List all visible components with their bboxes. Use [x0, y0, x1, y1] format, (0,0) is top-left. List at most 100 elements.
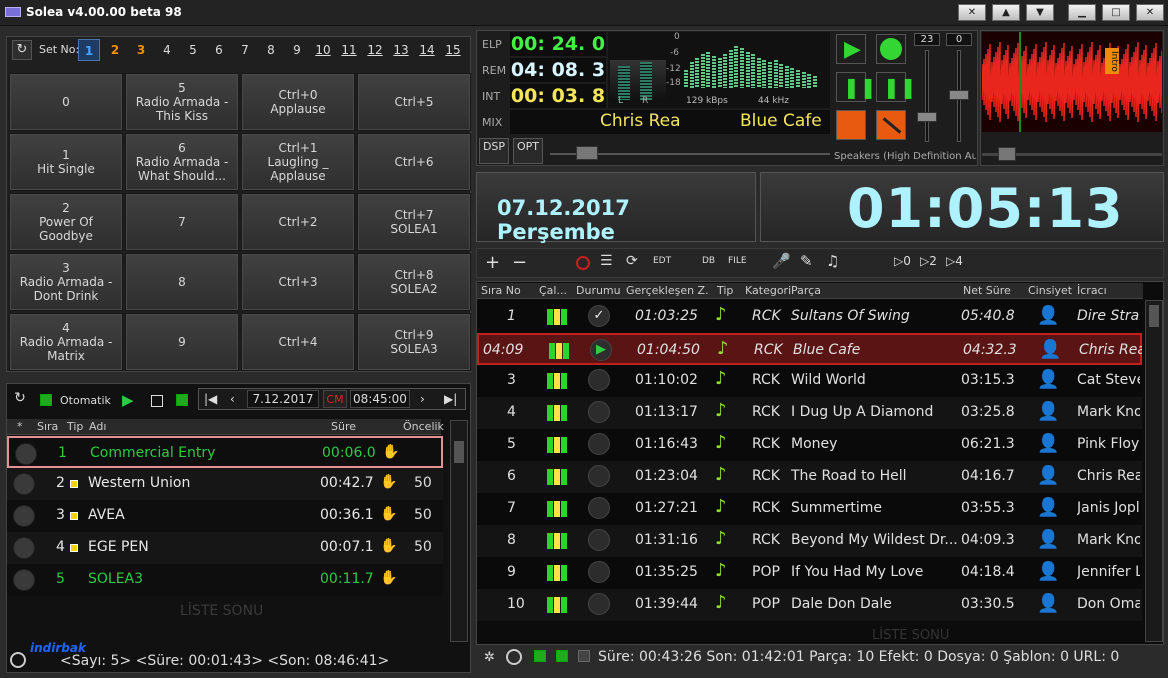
schedule-scrollbar[interactable] — [450, 420, 468, 642]
pan-slider-thumb[interactable] — [576, 146, 598, 160]
playlist-row[interactable]: 8 01:31:16 ♪ RCK Beyond My Wildest Dr... 04:0… — [477, 525, 1142, 557]
set-2-button[interactable]: 2 — [104, 39, 126, 61]
col-tip[interactable]: Tip — [717, 283, 733, 299]
pad-button[interactable]: Ctrl+8 SOLEA2 — [357, 253, 471, 311]
col-parca[interactable]: Parça — [791, 283, 821, 299]
deck-1-icon[interactable]: ▷0 — [894, 254, 911, 268]
next-page-icon[interactable]: › — [420, 392, 425, 406]
fade-stop-button[interactable] — [876, 110, 906, 140]
playlist-row[interactable]: 3 01:10:02 ♪ RCK Wild World 03:15.3 👤 Cat Steve… — [477, 365, 1142, 397]
pad-button[interactable]: Ctrl+3 — [241, 253, 355, 311]
playlist-led-3[interactable] — [578, 650, 590, 662]
set-6-button[interactable]: 6 — [208, 39, 230, 61]
close-button[interactable]: ✕ — [1136, 4, 1164, 21]
pad-button[interactable]: Ctrl+9 SOLEA3 — [357, 313, 471, 371]
schedule-play-icon[interactable]: ▶ — [122, 391, 134, 409]
schedule-row[interactable]: 4 EGE PEN 00:07.1 ✋ 50 — [7, 532, 443, 564]
playlist-row[interactable]: 5 01:16:43 ♪ RCK Money 06:21.3 👤 Pink Floyd — [477, 429, 1142, 461]
pad-button[interactable]: 9 — [125, 313, 239, 371]
opt-button[interactable]: OPT — [513, 138, 543, 164]
playlist-row[interactable]: 04:09 ▶ 01:04:50 ♪ RCK Blue Cafe 04:32.3 👤 Chris… — [477, 333, 1142, 365]
set-9-button[interactable]: 9 — [286, 39, 308, 61]
refresh-sets-icon[interactable]: ↻ — [12, 40, 32, 60]
schedule-row[interactable]: 2 Western Union 00:42.7 ✋ 50 — [7, 468, 443, 500]
playlist-row[interactable]: 7 01:27:21 ♪ RCK Summertime 03:55.3 👤 Janis Jop… — [477, 493, 1142, 525]
pad-button[interactable]: 1 Hit Single — [9, 133, 123, 191]
playlist-target-icon[interactable] — [506, 649, 522, 665]
pad-button[interactable]: Ctrl+4 — [241, 313, 355, 371]
set-13-button[interactable]: 13 — [390, 39, 412, 61]
prev-page-icon[interactable]: ‹ — [230, 392, 235, 406]
schedule-row[interactable]: 5 SOLEA3 00:11.7 ✋ — [7, 564, 443, 596]
play-button[interactable]: ▶ — [836, 34, 866, 64]
remove-item-icon[interactable]: − — [512, 252, 527, 273]
schedule-refresh-icon[interactable]: ↻ — [10, 390, 30, 410]
playlist-row[interactable]: 6 01:23:04 ♪ RCK The Road to Hell 04:16.7 👤 Chr… — [477, 461, 1142, 493]
set-15-button[interactable]: 15 — [442, 39, 464, 61]
cm-badge[interactable]: CM — [323, 390, 347, 408]
pause-next-button[interactable]: ❚❚ — [876, 72, 917, 102]
pad-button[interactable]: Ctrl+6 — [357, 133, 471, 191]
col-cal[interactable]: Çal... — [539, 283, 567, 299]
col-kategori[interactable]: Kategori — [745, 283, 791, 299]
power-icon[interactable] — [576, 256, 590, 270]
pad-button[interactable]: Ctrl+2 — [241, 193, 355, 251]
move-up-button[interactable]: ▲ — [992, 4, 1020, 21]
edit-button[interactable]: EDT — [653, 256, 671, 266]
dsp-button[interactable]: DSP — [479, 138, 509, 164]
schedule-date-field[interactable]: 7.12.2017 — [247, 390, 319, 408]
pen-icon[interactable]: ✎ — [800, 252, 813, 270]
stop-button[interactable] — [836, 110, 866, 140]
list-icon[interactable]: ☰ — [600, 253, 613, 269]
maximize-button[interactable]: □ — [1102, 4, 1130, 21]
last-page-icon[interactable]: ▶| — [444, 392, 457, 406]
schedule-row[interactable]: 1 Commercial Entry 00:06.0 ✋ — [7, 436, 443, 468]
deck-2-icon[interactable]: ▷2 — [920, 254, 937, 268]
move-down-button[interactable]: ▼ — [1026, 4, 1054, 21]
set-12-button[interactable]: 12 — [364, 39, 386, 61]
col-net-sure[interactable]: Net Süre — [963, 283, 1011, 299]
auto-led-icon[interactable] — [40, 394, 52, 406]
set-14-button[interactable]: 14 — [416, 39, 438, 61]
set-8-button[interactable]: 8 — [260, 39, 282, 61]
waveform-zoom-thumb[interactable] — [998, 147, 1016, 161]
file-button[interactable]: FILE — [728, 256, 747, 266]
add-item-icon[interactable]: + — [485, 252, 500, 273]
set-1-button[interactable]: 1 — [78, 39, 100, 61]
set-11-button[interactable]: 11 — [338, 39, 360, 61]
volume-2-thumb[interactable] — [949, 90, 969, 100]
play-next-button[interactable] — [876, 34, 906, 64]
set-7-button[interactable]: 7 — [234, 39, 256, 61]
playlist-led-1[interactable] — [534, 650, 546, 662]
first-page-icon[interactable]: |◀ — [204, 392, 217, 406]
set-4-button[interactable]: 4 — [156, 39, 178, 61]
playlist-row[interactable]: 4 01:13:17 ♪ RCK I Dug Up A Diamond 03:25.8 👤 M… — [477, 397, 1142, 429]
playlist-row[interactable]: 10 01:39:44 ♪ POP Dale Don Dale 03:30.5 👤 Don O… — [477, 589, 1142, 621]
pad-button[interactable]: 6 Radio Armada - What Should... — [125, 133, 239, 191]
refresh-list-icon[interactable]: ⟳ — [626, 253, 638, 269]
schedule-add-icon[interactable] — [10, 652, 26, 668]
playlist-scrollbar[interactable] — [1145, 300, 1163, 642]
schedule-row[interactable]: 3 AVEA 00:36.1 ✋ 50 — [7, 500, 443, 532]
playlist-led-2[interactable] — [556, 650, 568, 662]
col-sira-no[interactable]: Sıra No — [481, 283, 521, 299]
deck-4-icon[interactable]: ▷4 — [946, 254, 963, 268]
schedule-scroll-thumb[interactable] — [454, 441, 464, 463]
music-note-icon[interactable]: ♫ — [826, 252, 839, 270]
pad-button[interactable]: 3 Radio Armada - Dont Drink — [9, 253, 123, 311]
playlist-row[interactable]: 1 ✓ 01:03:25 ♪ RCK Sultans Of Swing 05:40.8 👤 Di… — [477, 301, 1142, 333]
intro-marker[interactable]: Intro — [1105, 48, 1119, 74]
microphone-icon[interactable]: 🎤 — [772, 252, 791, 270]
pad-button[interactable]: Ctrl+7 SOLEA1 — [357, 193, 471, 251]
set-3-button[interactable]: 3 — [130, 39, 152, 61]
schedule-stop-icon[interactable] — [151, 395, 163, 407]
playlist-row[interactable]: 9 01:35:25 ♪ POP If You Had My Love 04:18.4 👤 J… — [477, 557, 1142, 589]
pad-button[interactable]: 8 — [125, 253, 239, 311]
pad-button[interactable]: Ctrl+5 — [357, 73, 471, 131]
restore-layout-button[interactable]: ✕ — [958, 4, 986, 21]
pad-button[interactable]: 0 — [9, 73, 123, 131]
pad-button[interactable]: 2 Power Of Goodbye — [9, 193, 123, 251]
pad-button[interactable]: Ctrl+0 Applause — [241, 73, 355, 131]
col-gerceklesen[interactable]: Gerçekleşen Z. — [626, 283, 709, 299]
col-durumu[interactable]: Durumu — [576, 283, 621, 299]
